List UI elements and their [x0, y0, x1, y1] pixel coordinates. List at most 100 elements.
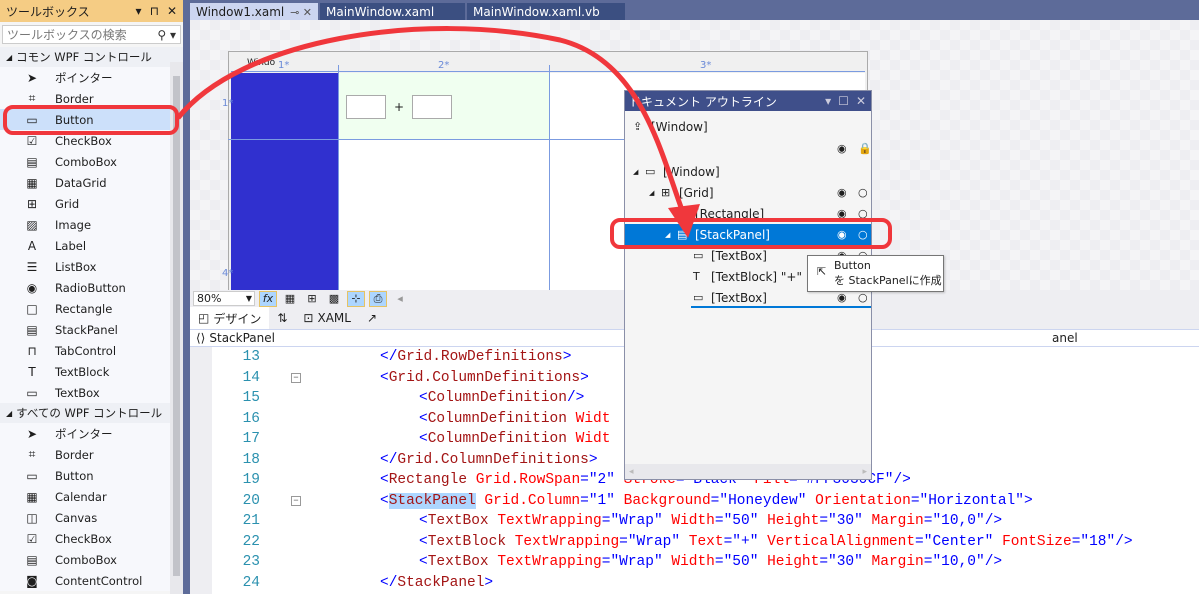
toolbox-item-textblock[interactable]: T TextBlock: [0, 361, 170, 382]
code-token: Widt: [566, 410, 611, 427]
toolbox-item-image[interactable]: ▨ Image: [0, 214, 170, 235]
toolbox-item-button[interactable]: ▭ Button: [0, 109, 170, 130]
toolbox-section-header[interactable]: ◢ すべての WPF コントロール: [0, 403, 183, 423]
unlock-circle-icon[interactable]: ○: [858, 228, 868, 241]
toolbox-item-border[interactable]: ⌗ Border: [0, 444, 170, 465]
code-line[interactable]: 22 <TextBlock TextWrapping="Wrap" Text="+…: [190, 532, 1199, 553]
outline-row[interactable]: ◢ ▤ [StackPanel] ◉ ○: [625, 224, 871, 245]
unlock-circle-icon[interactable]: ○: [858, 291, 868, 304]
toolbox-item-contentcontrol[interactable]: ◙ ContentControl: [0, 570, 170, 591]
code-line[interactable]: 20− <StackPanel Grid.Column="1" Backgroun…: [190, 491, 1199, 512]
line-number: 24: [242, 574, 260, 591]
tabcontrol-icon: ⊓: [27, 343, 37, 358]
pin-icon[interactable]: ⊓: [150, 4, 159, 18]
search-icon[interactable]: ⚲ ▾: [157, 28, 180, 42]
toolbox-item-tabcontrol[interactable]: ⊓ TabControl: [0, 340, 170, 361]
toolbox-item-datagrid[interactable]: ▦ DataGrid: [0, 172, 170, 193]
fold-toggle-icon[interactable]: −: [291, 372, 301, 383]
tab-design[interactable]: ◰ デザイン: [190, 307, 270, 329]
code-token: Height: [758, 513, 820, 530]
snap-grid-icon[interactable]: ⊞: [303, 291, 321, 307]
toolbox-item-ポインター[interactable]: ➤ ポインター: [0, 67, 170, 88]
grid-icon[interactable]: ▦: [281, 291, 299, 307]
swap-panes-button[interactable]: ⇅: [269, 307, 295, 329]
project-code-icon[interactable]: ⎙: [369, 290, 387, 307]
column-header[interactable]: 1*: [278, 60, 289, 71]
toolbox-section-header[interactable]: ◢ コモン WPF コントロール: [0, 47, 183, 67]
zoom-select[interactable]: 80% ▼: [193, 291, 255, 306]
visibility-eye-icon[interactable]: ◉: [837, 207, 847, 220]
line-number: 13: [242, 349, 260, 366]
toolbox-search-input[interactable]: ツールボックスの検索 ⚲ ▾: [2, 25, 181, 44]
popout-icon[interactable]: ↗: [359, 307, 385, 329]
snap-lines-icon[interactable]: ⊹: [347, 290, 365, 307]
column-header[interactable]: 2*: [438, 60, 449, 71]
maximize-icon[interactable]: ☐: [838, 94, 849, 108]
visibility-eye-icon[interactable]: ◉: [837, 228, 847, 241]
outline-row[interactable]: ⇪ [Window]: [625, 116, 871, 137]
textbox-element[interactable]: [346, 94, 386, 119]
toolbox-item-textbox[interactable]: ▭ TextBox: [0, 382, 170, 403]
fx-button[interactable]: fx: [259, 290, 277, 307]
row-header[interactable]: 1*: [222, 98, 233, 109]
toolbox-item-combobox[interactable]: ▤ ComboBox: [0, 549, 170, 570]
code-token: "30": [828, 513, 863, 530]
breadcrumb-element[interactable]: StackPanel: [209, 331, 275, 345]
fold-toggle-icon[interactable]: −: [291, 495, 301, 506]
toolbox-item-label[interactable]: A Label: [0, 235, 170, 256]
toolbox-item-checkbox[interactable]: ☑ CheckBox: [0, 528, 170, 549]
expander-icon[interactable]: ◢: [633, 168, 638, 176]
toolbox-item-stackpanel[interactable]: ▤ StackPanel: [0, 319, 170, 340]
visibility-eye-icon[interactable]: ◉: [837, 186, 847, 199]
toolbox-item-border[interactable]: ⌗ Border: [0, 88, 170, 109]
outline-row[interactable]: □ [Rectangle] ◉ ○: [625, 203, 871, 224]
stackpanel-element[interactable]: +: [338, 73, 549, 140]
artboard-background-icon[interactable]: ▩: [325, 291, 343, 307]
tab-xaml[interactable]: ⊡ XAML: [295, 307, 359, 329]
code-line[interactable]: 21 <TextBox TextWrapping="Wrap" Width="50…: [190, 511, 1199, 532]
outline-scrollbar[interactable]: ◂ ▸: [625, 464, 871, 479]
code-line[interactable]: 24 </StackPanel>: [190, 573, 1199, 594]
toolbox-item-grid[interactable]: ⊞ Grid: [0, 193, 170, 214]
toolbox-item-combobox[interactable]: ▤ ComboBox: [0, 151, 170, 172]
tab-mainwindow-xaml[interactable]: MainWindow.xaml: [320, 3, 465, 21]
textbox-element[interactable]: [412, 94, 453, 119]
code-line[interactable]: 23 <TextBox TextWrapping="Wrap" Width="50…: [190, 552, 1199, 573]
tab-window1-xaml[interactable]: Window1.xaml ⊸ ✕: [190, 3, 318, 21]
code-token: "10,0": [932, 513, 985, 530]
column-header[interactable]: 3*: [700, 60, 711, 71]
toolbox-item-rectangle[interactable]: □ Rectangle: [0, 298, 170, 319]
unlock-circle-icon[interactable]: ○: [858, 207, 868, 220]
tab-mainwindow-xaml-vb[interactable]: MainWindow.xaml.vb: [467, 3, 625, 21]
visibility-eye-icon[interactable]: ◉: [837, 291, 847, 304]
toolbox-item-listbox[interactable]: ☰ ListBox: [0, 256, 170, 277]
breadcrumb-member[interactable]: anel: [1052, 331, 1078, 345]
toolbox-item-calendar[interactable]: ▦ Calendar: [0, 486, 170, 507]
expander-icon[interactable]: ◢: [649, 189, 654, 197]
code-token: "Center": [923, 533, 994, 550]
dropdown-icon[interactable]: ▾: [825, 94, 831, 108]
close-icon[interactable]: ✕: [856, 94, 866, 108]
outline-row[interactable]: ◢ ▭ [Window]: [625, 161, 871, 182]
outline-row[interactable]: ◉ 🔒: [625, 138, 872, 159]
lock-icon[interactable]: 🔒: [858, 142, 872, 155]
toolbox-item-radiobutton[interactable]: ◉ RadioButton: [0, 277, 170, 298]
toolbox-item-button[interactable]: ▭ Button: [0, 465, 170, 486]
unlock-circle-icon[interactable]: ○: [858, 186, 868, 199]
visibility-eye-icon[interactable]: ◉: [837, 142, 847, 155]
rectangle-element[interactable]: [231, 73, 338, 293]
pin-close-icon[interactable]: ⊸ ✕: [290, 6, 312, 19]
toolbox-item-checkbox[interactable]: ☑ CheckBox: [0, 130, 170, 151]
calendar-icon: ▦: [26, 489, 38, 504]
outline-row[interactable]: ◢ ⊞ [Grid] ◉ ○: [625, 182, 871, 203]
scroll-left-icon[interactable]: ◂: [391, 291, 409, 307]
row-header[interactable]: 4*: [222, 268, 233, 279]
toolbox-item-canvas[interactable]: ◫ Canvas: [0, 507, 170, 528]
toolbox-item-ポインター[interactable]: ➤ ポインター: [0, 423, 170, 444]
dropdown-icon[interactable]: ▾: [136, 4, 142, 18]
code-token: />: [984, 554, 1003, 571]
close-icon[interactable]: ✕: [167, 4, 177, 18]
toolbox-scrollbar[interactable]: [170, 62, 183, 594]
expander-icon[interactable]: ◢: [665, 231, 670, 239]
plus-textblock[interactable]: +: [394, 100, 404, 114]
